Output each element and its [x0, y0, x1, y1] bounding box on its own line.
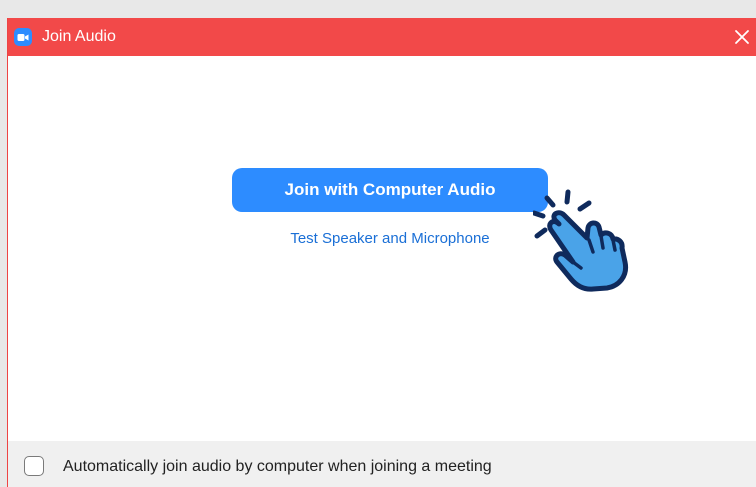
window-title: Join Audio — [42, 28, 116, 45]
close-button[interactable] — [731, 26, 753, 48]
dialog-body: Join with Computer Audio Test Speaker an… — [8, 56, 756, 441]
close-icon — [735, 30, 749, 44]
join-computer-audio-button[interactable]: Join with Computer Audio — [232, 168, 548, 212]
test-speaker-microphone-link[interactable]: Test Speaker and Microphone — [232, 230, 548, 248]
dialog-footer: Automatically join audio by computer whe… — [8, 441, 756, 487]
title-bar: Join Audio — [8, 18, 756, 56]
zoom-video-icon — [14, 28, 32, 46]
auto-join-audio-label[interactable]: Automatically join audio by computer whe… — [63, 457, 492, 476]
auto-join-audio-checkbox[interactable] — [24, 456, 44, 476]
pointing-hand-icon — [533, 189, 629, 292]
join-audio-dialog: Join Audio Join with Computer Audio Test… — [7, 18, 756, 487]
